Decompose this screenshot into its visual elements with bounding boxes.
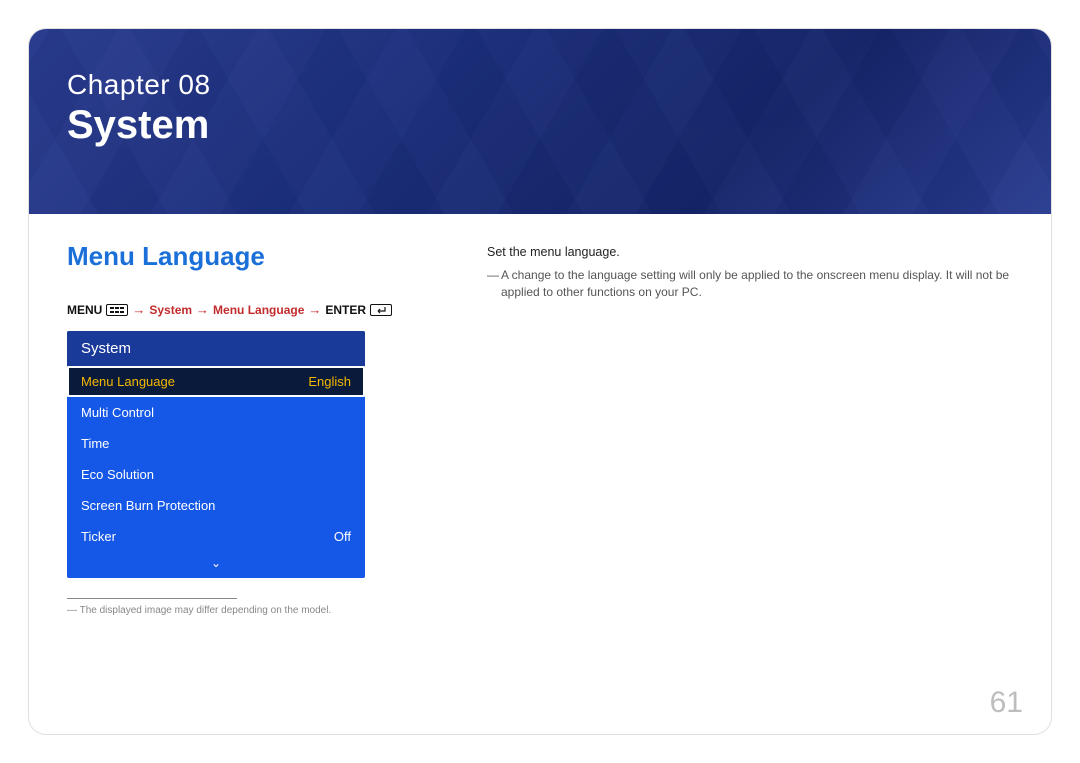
osd-item-value: Off [334,529,351,544]
menu-button-icon [106,304,128,316]
footnote-text: ― The displayed image may differ dependi… [67,605,1013,616]
page-frame: Chapter 08 System Menu Language MENU → S… [28,28,1052,735]
osd-item-ticker[interactable]: Ticker Off [67,521,365,552]
nav-enter-label: ENTER [325,303,366,317]
osd-item-label: Ticker [81,529,116,544]
chevron-down-icon: ⌄ [211,556,221,570]
osd-item-screen-burn-protection[interactable]: Screen Burn Protection [67,490,365,521]
banner-text: Chapter 08 System [67,69,211,148]
osd-scroll-down[interactable]: ⌄ [67,552,365,578]
osd-item-label: Screen Burn Protection [81,498,215,513]
chapter-banner: Chapter 08 System [29,29,1051,214]
arrow-icon: → [132,302,145,317]
osd-item-eco-solution[interactable]: Eco Solution [67,459,365,490]
osd-item-multi-control[interactable]: Multi Control [67,397,365,428]
nav-system: System [149,303,192,317]
chapter-label: Chapter 08 [67,69,211,101]
description-main: Set the menu language. [487,245,1013,259]
osd-item-label: Time [81,436,109,451]
content-area: Menu Language MENU → System → Menu Langu… [67,241,1013,734]
arrow-icon: → [196,302,209,317]
osd-title: System [67,331,365,366]
arrow-icon: → [308,302,321,317]
description-column: Set the menu language. A change to the l… [487,245,1013,302]
nav-path: MENU → System → Menu Language → ENTER [67,302,1013,317]
footnote-divider [67,598,237,599]
osd-item-menu-language[interactable]: Menu Language English [67,366,365,397]
osd-item-label: Menu Language [81,374,175,389]
osd-item-value: English [308,374,351,389]
osd-item-label: Eco Solution [81,467,154,482]
page-number: 61 [990,686,1023,720]
nav-menu-language: Menu Language [213,303,304,317]
osd-item-label: Multi Control [81,405,154,420]
nav-menu-label: MENU [67,303,102,317]
description-note: A change to the language setting will on… [487,267,1013,302]
enter-button-icon [370,304,392,316]
osd-panel: System Menu Language English Multi Contr… [67,331,365,578]
osd-item-time[interactable]: Time [67,428,365,459]
chapter-title: System [67,103,211,148]
